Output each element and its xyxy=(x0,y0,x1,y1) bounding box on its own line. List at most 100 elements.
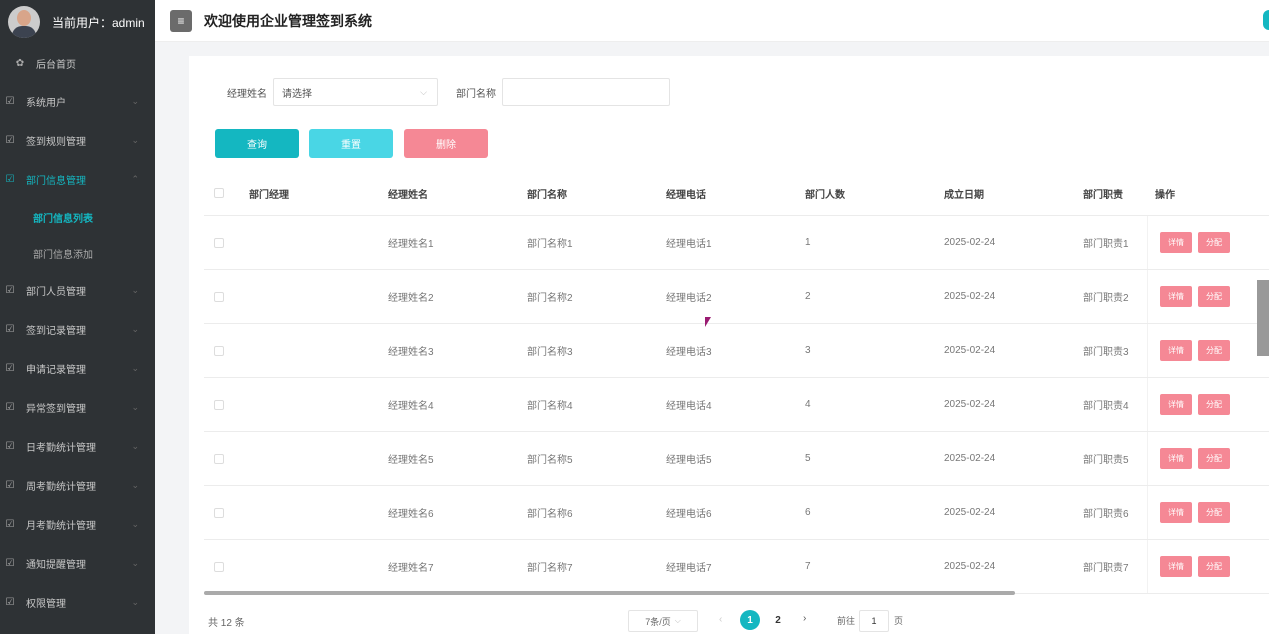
sidebar-item-11[interactable]: ☑ 权限管理 ⌄ xyxy=(0,583,155,622)
cell-actions: 详情 分配 xyxy=(1147,486,1269,539)
detail-button[interactable]: 详情 xyxy=(1160,448,1192,469)
user-area: 当前用户：admin xyxy=(0,0,155,44)
sidebar-item-label: 日考勤统计管理 xyxy=(26,443,96,454)
prev-page-button[interactable]: ‹ xyxy=(719,614,722,625)
row-checkbox[interactable] xyxy=(214,399,224,410)
chevron-down-icon: ⌄ xyxy=(131,597,139,607)
sidebar-subitem-1[interactable]: 部门信息添加 xyxy=(0,235,155,271)
edit-icon: ☑ xyxy=(5,441,15,452)
sidebar-item-3[interactable]: ☑ 部门人员管理 ⌄ xyxy=(0,271,155,310)
cell-manager-name: 经理姓名3 xyxy=(388,347,434,358)
page-size-select[interactable]: 7条/页 ⌵ xyxy=(628,610,698,632)
row-checkbox[interactable] xyxy=(214,345,224,356)
top-right-indicator[interactable] xyxy=(1263,10,1269,30)
cell-count: 6 xyxy=(805,507,811,518)
cell-dept-name: 部门名称6 xyxy=(527,509,573,520)
cell-dept-name: 部门名称1 xyxy=(527,239,573,250)
detail-button[interactable]: 详情 xyxy=(1160,232,1192,253)
cell-date: 2025-02-24 xyxy=(944,345,996,356)
header-cell: 经理电话 xyxy=(666,189,706,201)
table-row: 经理姓名7 部门名称7 经理电话7 7 2025-02-24 部门职责7 详情 分配 xyxy=(204,540,1269,594)
header-cell: 部门职责 xyxy=(1083,189,1123,201)
main-content: 经理姓名 请选择 ⌵ 部门名称 查询 重置 删除 部门经理 经理姓名 部门名称 … xyxy=(189,56,1269,634)
chevron-down-icon: ⌄ xyxy=(131,363,139,373)
table-row: 经理姓名4 部门名称4 经理电话4 4 2025-02-24 部门职责4 详情 分配 xyxy=(204,378,1269,432)
assign-button[interactable]: 分配 xyxy=(1198,448,1230,469)
menu-toggle-button[interactable]: ≡ xyxy=(170,9,192,32)
vertical-scrollbar[interactable] xyxy=(1257,280,1269,356)
goto-page-input[interactable]: 1 xyxy=(859,610,889,632)
sidebar-item-6[interactable]: ☑ 异常签到管理 ⌄ xyxy=(0,388,155,427)
detail-button[interactable]: 详情 xyxy=(1160,286,1192,307)
horizontal-scrollbar[interactable] xyxy=(204,591,1015,595)
cell-date: 2025-02-24 xyxy=(944,507,996,518)
cell-dept-name: 部门名称3 xyxy=(527,347,573,358)
table-body: 经理姓名1 部门名称1 经理电话1 1 2025-02-24 部门职责1 详情 分配 经理姓名2… xyxy=(204,216,1269,594)
row-checkbox[interactable] xyxy=(214,453,224,464)
chevron-down-icon: ⌄ xyxy=(131,519,139,529)
sidebar-item-1[interactable]: ☑ 签到规则管理 ⌄ xyxy=(0,121,155,160)
sidebar-subitem-0[interactable]: 部门信息列表 xyxy=(0,199,155,235)
cell-actions: 详情 分配 xyxy=(1147,324,1269,377)
home-icon: ✿ xyxy=(15,57,25,69)
row-checkbox[interactable] xyxy=(214,237,224,248)
page-title: 欢迎使用企业管理签到系统 xyxy=(204,12,372,29)
sidebar-item-label: 签到规则管理 xyxy=(26,137,86,148)
sidebar-item-8[interactable]: ☑ 周考勤统计管理 ⌄ xyxy=(0,466,155,505)
manager-name-select-value: 请选择 xyxy=(282,88,312,100)
next-page-button[interactable]: › xyxy=(803,613,806,624)
assign-button[interactable]: 分配 xyxy=(1198,232,1230,253)
dept-name-label: 部门名称 xyxy=(456,88,496,100)
detail-button[interactable]: 详情 xyxy=(1160,340,1192,361)
hamburger-icon: ≡ xyxy=(177,13,185,28)
chevron-down-icon: ⌵ xyxy=(420,86,427,97)
top-bar: ≡ 欢迎使用企业管理签到系统 xyxy=(155,0,1269,42)
row-checkbox[interactable] xyxy=(214,507,224,518)
sidebar-item-10[interactable]: ☑ 通知提醒管理 ⌄ xyxy=(0,544,155,583)
assign-button[interactable]: 分配 xyxy=(1198,394,1230,415)
assign-button[interactable]: 分配 xyxy=(1198,502,1230,523)
cell-actions: 详情 分配 xyxy=(1147,216,1269,269)
chevron-down-icon: ⌄ xyxy=(131,285,139,295)
row-checkbox[interactable] xyxy=(214,291,224,302)
edit-icon: ☑ xyxy=(5,597,15,608)
sidebar-item-5[interactable]: ☑ 申请记录管理 ⌄ xyxy=(0,349,155,388)
edit-icon: ☑ xyxy=(5,363,15,374)
sidebar-item-2[interactable]: ☑ 部门信息管理 ⌃ xyxy=(0,160,155,199)
sidebar-item-label: 月考勤统计管理 xyxy=(26,521,96,532)
header-cell: 操作 xyxy=(1155,189,1175,201)
assign-button[interactable]: 分配 xyxy=(1198,340,1230,361)
cell-duty: 部门职责3 xyxy=(1083,347,1129,358)
cell-duty: 部门职责2 xyxy=(1083,293,1129,304)
avatar[interactable] xyxy=(8,6,40,38)
header-cell: 部门人数 xyxy=(805,189,845,201)
reset-button[interactable]: 重置 xyxy=(309,129,393,158)
dept-name-input[interactable] xyxy=(502,78,670,106)
sidebar-item-home[interactable]: ✿ 后台首页 xyxy=(0,44,155,82)
select-all-checkbox[interactable] xyxy=(214,188,224,198)
page-button-2[interactable]: 2 xyxy=(768,610,788,630)
assign-button[interactable]: 分配 xyxy=(1198,286,1230,307)
cell-date: 2025-02-24 xyxy=(944,399,996,410)
query-button[interactable]: 查询 xyxy=(215,129,299,158)
detail-button[interactable]: 详情 xyxy=(1160,394,1192,415)
sidebar-item-label: 权限管理 xyxy=(26,599,66,610)
assign-button[interactable]: 分配 xyxy=(1198,556,1230,577)
row-checkbox[interactable] xyxy=(214,561,224,572)
mouse-cursor-icon xyxy=(705,317,711,327)
chevron-down-icon: ⌄ xyxy=(131,441,139,451)
sidebar-menu: ✿ 后台首页 ☑ 系统用户 ⌄ ☑ 签到规则管理 ⌄ ☑ 部门信息管理 ⌃ 部门信息列表 部门信息添加 ☑… xyxy=(0,44,155,622)
sidebar-item-7[interactable]: ☑ 日考勤统计管理 ⌄ xyxy=(0,427,155,466)
manager-name-select[interactable]: 请选择 ⌵ xyxy=(273,78,438,106)
sidebar-item-4[interactable]: ☑ 签到记录管理 ⌄ xyxy=(0,310,155,349)
cell-actions: 详情 分配 xyxy=(1147,432,1269,485)
cell-actions: 详情 分配 xyxy=(1147,540,1269,593)
sidebar-item-9[interactable]: ☑ 月考勤统计管理 ⌄ xyxy=(0,505,155,544)
delete-button[interactable]: 删除 xyxy=(404,129,488,158)
chevron-down-icon: ⌄ xyxy=(131,402,139,412)
detail-button[interactable]: 详情 xyxy=(1160,502,1192,523)
sidebar-item-0[interactable]: ☑ 系统用户 ⌄ xyxy=(0,82,155,121)
cell-phone: 经理电话1 xyxy=(666,239,712,250)
detail-button[interactable]: 详情 xyxy=(1160,556,1192,577)
page-button-1[interactable]: 1 xyxy=(740,610,760,630)
